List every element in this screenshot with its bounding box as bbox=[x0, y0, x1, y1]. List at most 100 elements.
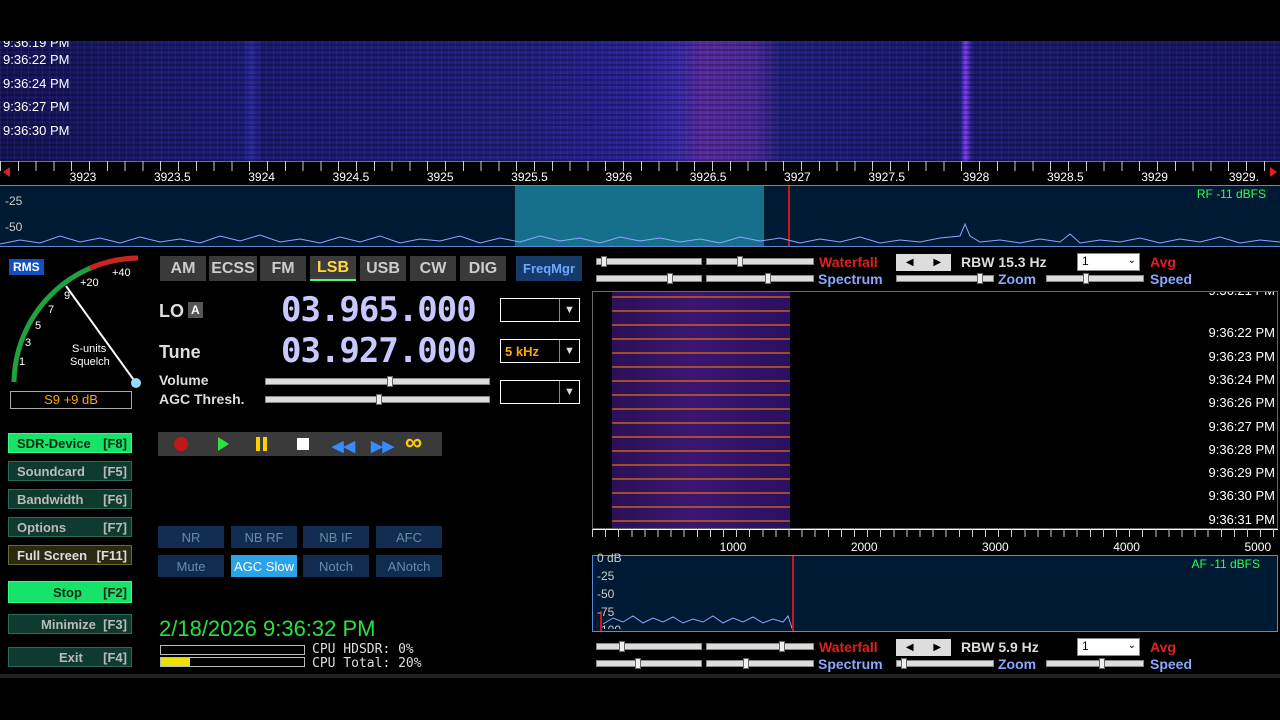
mode-fm[interactable]: FM bbox=[260, 256, 306, 281]
lo-frequency[interactable]: 03.965.000 bbox=[281, 290, 477, 330]
spectrum-contrast-slider[interactable] bbox=[596, 273, 702, 284]
waterfall-time: 9:36:19 PM bbox=[3, 35, 70, 50]
fast-forward-icon[interactable]: ▶▶ bbox=[371, 437, 394, 455]
tune-frequency[interactable]: 03.927.000 bbox=[281, 331, 477, 371]
af-waterfall-brightness-slider[interactable] bbox=[706, 641, 814, 652]
af-speed-label: Speed bbox=[1150, 656, 1193, 672]
bandwidth-button[interactable]: Bandwidth [F6] bbox=[8, 489, 132, 509]
nb-rf-button[interactable]: NB RF bbox=[231, 526, 297, 548]
zoom-slider[interactable] bbox=[896, 273, 994, 284]
pause-icon[interactable] bbox=[256, 437, 260, 451]
lo-lock-badge[interactable]: A bbox=[188, 302, 203, 318]
spectrum-brightness-slider[interactable] bbox=[706, 273, 814, 284]
agc-select[interactable]: ▼ bbox=[500, 380, 580, 404]
mode-usb[interactable]: USB bbox=[360, 256, 406, 281]
s-scale-9: 9 bbox=[64, 290, 71, 302]
nb-if-button[interactable]: NB IF bbox=[303, 526, 369, 548]
af-avg-select[interactable]: 1 ⌄ bbox=[1077, 638, 1140, 656]
btn-label: Minimize bbox=[41, 616, 96, 632]
minimize-button[interactable]: Minimize [F3] bbox=[8, 614, 132, 634]
slider-thumb[interactable] bbox=[1099, 658, 1105, 669]
chevron-down-icon[interactable]: ▼ bbox=[559, 299, 579, 321]
btn-key: [F3] bbox=[103, 616, 127, 632]
agc-thresh-slider[interactable] bbox=[265, 394, 490, 405]
slider-thumb[interactable] bbox=[779, 641, 785, 652]
slider-thumb[interactable] bbox=[765, 273, 771, 284]
slider-thumb[interactable] bbox=[901, 658, 907, 669]
arrow-left-icon[interactable]: ◀ bbox=[906, 642, 914, 653]
af-spectrum-contrast-slider[interactable] bbox=[596, 658, 702, 669]
mode-dig[interactable]: DIG bbox=[460, 256, 506, 281]
cpu-bar-2 bbox=[160, 657, 305, 667]
tune-step-select[interactable]: 5 kHz ▼ bbox=[500, 339, 580, 363]
notch-button[interactable]: Notch bbox=[303, 555, 369, 577]
nr-button[interactable]: NR bbox=[158, 526, 224, 548]
loop-icon[interactable]: ∞ bbox=[405, 429, 422, 457]
slider-thumb[interactable] bbox=[667, 273, 673, 284]
mode-cw[interactable]: CW bbox=[410, 256, 456, 281]
fullscreen-button[interactable]: Full Screen [F11] bbox=[8, 545, 132, 565]
agc-thumb[interactable] bbox=[375, 394, 382, 405]
af-axis-label: 3000 bbox=[982, 540, 1009, 554]
af-spectrum-trace bbox=[600, 556, 794, 631]
af-waterfall-contrast-slider[interactable] bbox=[596, 641, 702, 652]
slider-thumb[interactable] bbox=[1083, 273, 1089, 284]
af-waterfall-time: 9:36:24 PM bbox=[1208, 371, 1276, 387]
slider-thumb[interactable] bbox=[619, 641, 625, 652]
rewind-icon[interactable]: ◀◀ bbox=[332, 437, 355, 455]
volume-thumb[interactable] bbox=[386, 376, 393, 387]
chevron-down-icon[interactable]: ⌄ bbox=[1128, 255, 1136, 266]
mode-lsb[interactable]: LSB bbox=[310, 256, 356, 281]
btn-label: Full Screen bbox=[17, 547, 88, 563]
scroll-right-icon[interactable] bbox=[1270, 167, 1277, 177]
lo-select[interactable]: ▼ bbox=[500, 298, 580, 322]
waterfall-af-signal bbox=[612, 292, 790, 528]
anotch-button[interactable]: ANotch bbox=[376, 555, 442, 577]
af-zoom-slider[interactable] bbox=[896, 658, 994, 669]
volume-slider[interactable] bbox=[265, 376, 490, 387]
chevron-down-icon[interactable]: ⌄ bbox=[1128, 640, 1136, 651]
af-spectrum-brightness-slider[interactable] bbox=[706, 658, 814, 669]
slider-thumb[interactable] bbox=[743, 658, 749, 669]
frequency-ticks bbox=[0, 161, 1280, 171]
af-waterfall-time: 9:36:29 PM bbox=[1208, 465, 1276, 481]
freqmgr-button[interactable]: FreqMgr bbox=[516, 256, 582, 281]
frequency-label: 3924.5 bbox=[332, 170, 370, 184]
arrow-right-icon[interactable]: ▶ bbox=[933, 257, 941, 268]
slider-thumb[interactable] bbox=[635, 658, 641, 669]
waterfall-contrast-slider[interactable] bbox=[596, 256, 702, 267]
play-icon[interactable] bbox=[218, 437, 229, 451]
exit-button[interactable]: Exit [F4] bbox=[8, 647, 132, 667]
frequency-label: 3927.5 bbox=[868, 170, 906, 184]
chevron-down-icon[interactable]: ▼ bbox=[559, 340, 579, 362]
slider-thumb[interactable] bbox=[601, 256, 607, 267]
scroll-left-icon[interactable] bbox=[3, 167, 10, 177]
record-icon[interactable] bbox=[174, 437, 188, 451]
mute-button[interactable]: Mute bbox=[158, 555, 224, 577]
slider-thumb[interactable] bbox=[977, 273, 983, 284]
waterfall-time: 9:36:22 PM bbox=[3, 52, 70, 67]
avg-value: 1 bbox=[1082, 254, 1089, 268]
sdr-device-button[interactable]: SDR-Device [F8] bbox=[8, 433, 132, 453]
arrow-left-icon[interactable]: ◀ bbox=[906, 257, 914, 268]
af-speed-slider[interactable] bbox=[1046, 658, 1144, 669]
af-waterfall-arrows[interactable]: ◀ ▶ bbox=[896, 639, 951, 656]
avg-select[interactable]: 1 ⌄ bbox=[1077, 253, 1140, 271]
options-button[interactable]: Options [F7] bbox=[8, 517, 132, 537]
stop-icon[interactable] bbox=[297, 438, 309, 450]
squelch-label[interactable]: Squelch bbox=[70, 356, 110, 368]
btn-key: [F6] bbox=[103, 491, 127, 507]
stop-button[interactable]: Stop [F2] bbox=[8, 581, 132, 603]
arrow-right-icon[interactable]: ▶ bbox=[933, 642, 941, 653]
chevron-down-icon[interactable]: ▼ bbox=[559, 381, 579, 403]
mode-am[interactable]: AM bbox=[160, 256, 206, 281]
agc-slow-button[interactable]: AGC Slow bbox=[231, 555, 297, 577]
slider-thumb[interactable] bbox=[737, 256, 743, 267]
speed-slider[interactable] bbox=[1046, 273, 1144, 284]
afc-button[interactable]: AFC bbox=[376, 526, 442, 548]
waterfall-arrows[interactable]: ◀ ▶ bbox=[896, 254, 951, 271]
waterfall-brightness-slider[interactable] bbox=[706, 256, 814, 267]
mode-ecss[interactable]: ECSS bbox=[209, 256, 257, 281]
soundcard-button[interactable]: Soundcard [F5] bbox=[8, 461, 132, 481]
waterfall-time: 9:36:24 PM bbox=[3, 76, 70, 91]
